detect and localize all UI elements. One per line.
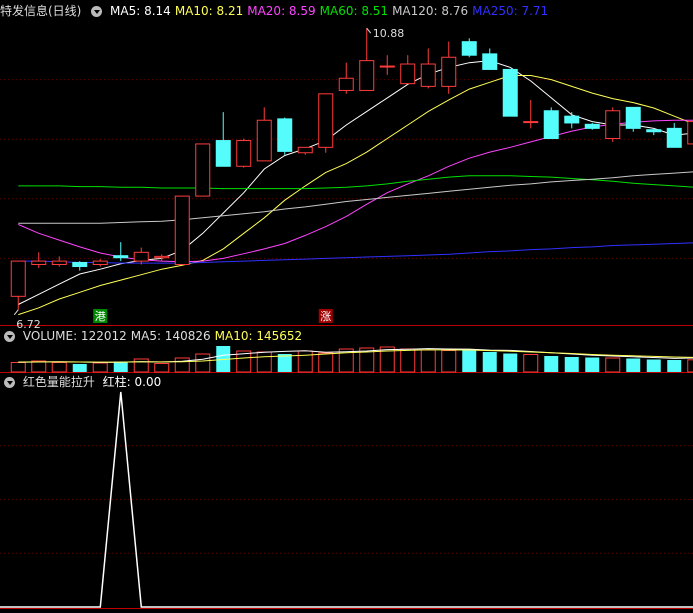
volume-bar (10, 362, 26, 373)
ma-legend-item-4: MA120: 8.76 (392, 4, 469, 18)
ma-line-ma10 (18, 75, 693, 316)
candle-body (543, 110, 559, 140)
volume-bar (441, 350, 457, 373)
volume-bar (523, 354, 539, 373)
ma-legend-item-3: MA60: 8.51 (319, 4, 389, 18)
volume-bar (646, 359, 661, 372)
candle-body (92, 260, 108, 265)
high-arrow (366, 27, 372, 34)
volume-bar (297, 350, 313, 373)
volume-bar (482, 352, 497, 372)
volume-bar (667, 360, 682, 372)
candle-body (666, 127, 682, 148)
candle-body (277, 118, 293, 152)
ma-line-ma250 (18, 242, 693, 264)
indicator-line (0, 391, 693, 608)
candle-body (318, 93, 334, 148)
volume-bar (154, 363, 170, 373)
volume-bar (72, 364, 87, 372)
candle-body (133, 251, 149, 262)
volume-bar (544, 356, 559, 372)
ma-line-ma20 (18, 119, 693, 263)
indicator-value: 红柱: 0.00 (102, 375, 162, 389)
volume-legend-item-2: MA10: 145652 (214, 329, 303, 343)
volume-legend: VOLUME: 122012 MA5: 140826 MA10: 145652 (23, 329, 306, 343)
candle-body (256, 119, 272, 162)
ma-legend-item-0: MA5: 8.14 (110, 4, 171, 18)
candle-body (502, 68, 518, 117)
candle-body (236, 140, 252, 167)
volume-bar (462, 349, 477, 372)
volume-bar (113, 361, 128, 372)
ma-legend-item-1: MA10: 8.21 (174, 4, 244, 18)
event-marker: 港 (95, 310, 106, 323)
volume-bar (31, 360, 47, 373)
candle-body (72, 261, 88, 268)
ma-legend: MA5: 8.14 MA10: 8.21 MA20: 8.59 MA60: 8.51 M… (110, 4, 552, 18)
volume-bar (626, 358, 641, 372)
volume-bar (51, 362, 67, 373)
candle-body (10, 260, 26, 297)
volume-bar (564, 357, 579, 372)
candle-body (400, 63, 416, 85)
volume-bar (256, 351, 272, 373)
volume-bar (400, 348, 416, 373)
candle-body (482, 53, 498, 70)
candle-body (297, 146, 313, 154)
volume-bar (503, 353, 518, 372)
low-arrow (13, 309, 19, 316)
ma-legend-item-5: MA250: 7.71 (472, 4, 549, 18)
indicator-title: 红色量能拉升 (22, 375, 95, 389)
candle-body (174, 195, 190, 265)
volume-bar (318, 352, 334, 373)
candle-body (359, 60, 375, 91)
candle-body (215, 140, 231, 167)
candle-body (584, 123, 600, 129)
ma-line-ma5 (18, 60, 693, 305)
candle-body (625, 106, 641, 129)
volume-legend-item-0: VOLUME: 122012 (22, 329, 127, 343)
volume-panel-header: VOLUME: 122012 MA5: 140826 MA10: 145652 (0, 327, 310, 345)
ma-line-ma60 (18, 175, 693, 190)
volume-bar (277, 354, 292, 372)
candle-body (379, 65, 395, 68)
volume-bar (92, 362, 108, 373)
candle-body (441, 56, 457, 87)
stock-chart-window: 10.88 6.72 港涨 特发信息(日线) MA5: 8.14 MA10: 8.21… (0, 0, 693, 613)
candle-body (195, 143, 211, 197)
price-panel-menu-icon[interactable] (91, 6, 103, 17)
candle-body (687, 121, 693, 145)
volume-legend-item-1: MA5: 140826 (130, 329, 211, 343)
candle-body (338, 77, 354, 91)
event-marker: 涨 (320, 310, 331, 323)
high-label: 10.88 (373, 27, 405, 40)
volume-bar (174, 357, 190, 373)
ma-line-ma120 (18, 171, 693, 224)
candle-body (605, 110, 621, 140)
volume-bar (605, 357, 621, 373)
volume-panel-menu-icon[interactable] (4, 331, 15, 342)
volume-bar (420, 349, 436, 373)
volume-bar (687, 359, 693, 373)
candle-body (420, 63, 436, 87)
volume-bar (195, 353, 211, 373)
candle-body (113, 255, 129, 259)
candle-body (461, 41, 477, 56)
indicator-panel-header: 红色量能拉升 红柱: 0.00 (0, 373, 165, 391)
price-panel-header: 特发信息(日线) MA5: 8.14 MA10: 8.21 MA20: 8.59 MA… (0, 2, 556, 20)
volume-bar (133, 358, 149, 373)
ma-legend-item-2: MA20: 8.59 (247, 4, 316, 18)
candle-body (154, 255, 170, 259)
volume-bar (585, 357, 600, 372)
candle-body (646, 129, 662, 133)
candle-body (31, 260, 47, 265)
candle-body (523, 121, 539, 124)
candle-body (51, 260, 67, 265)
indicator-panel-menu-icon[interactable] (4, 377, 15, 388)
chart-canvas[interactable]: 10.886.72港涨 (0, 0, 693, 613)
price-panel-title: 特发信息(日线) (0, 4, 82, 18)
candle-body (564, 115, 580, 124)
